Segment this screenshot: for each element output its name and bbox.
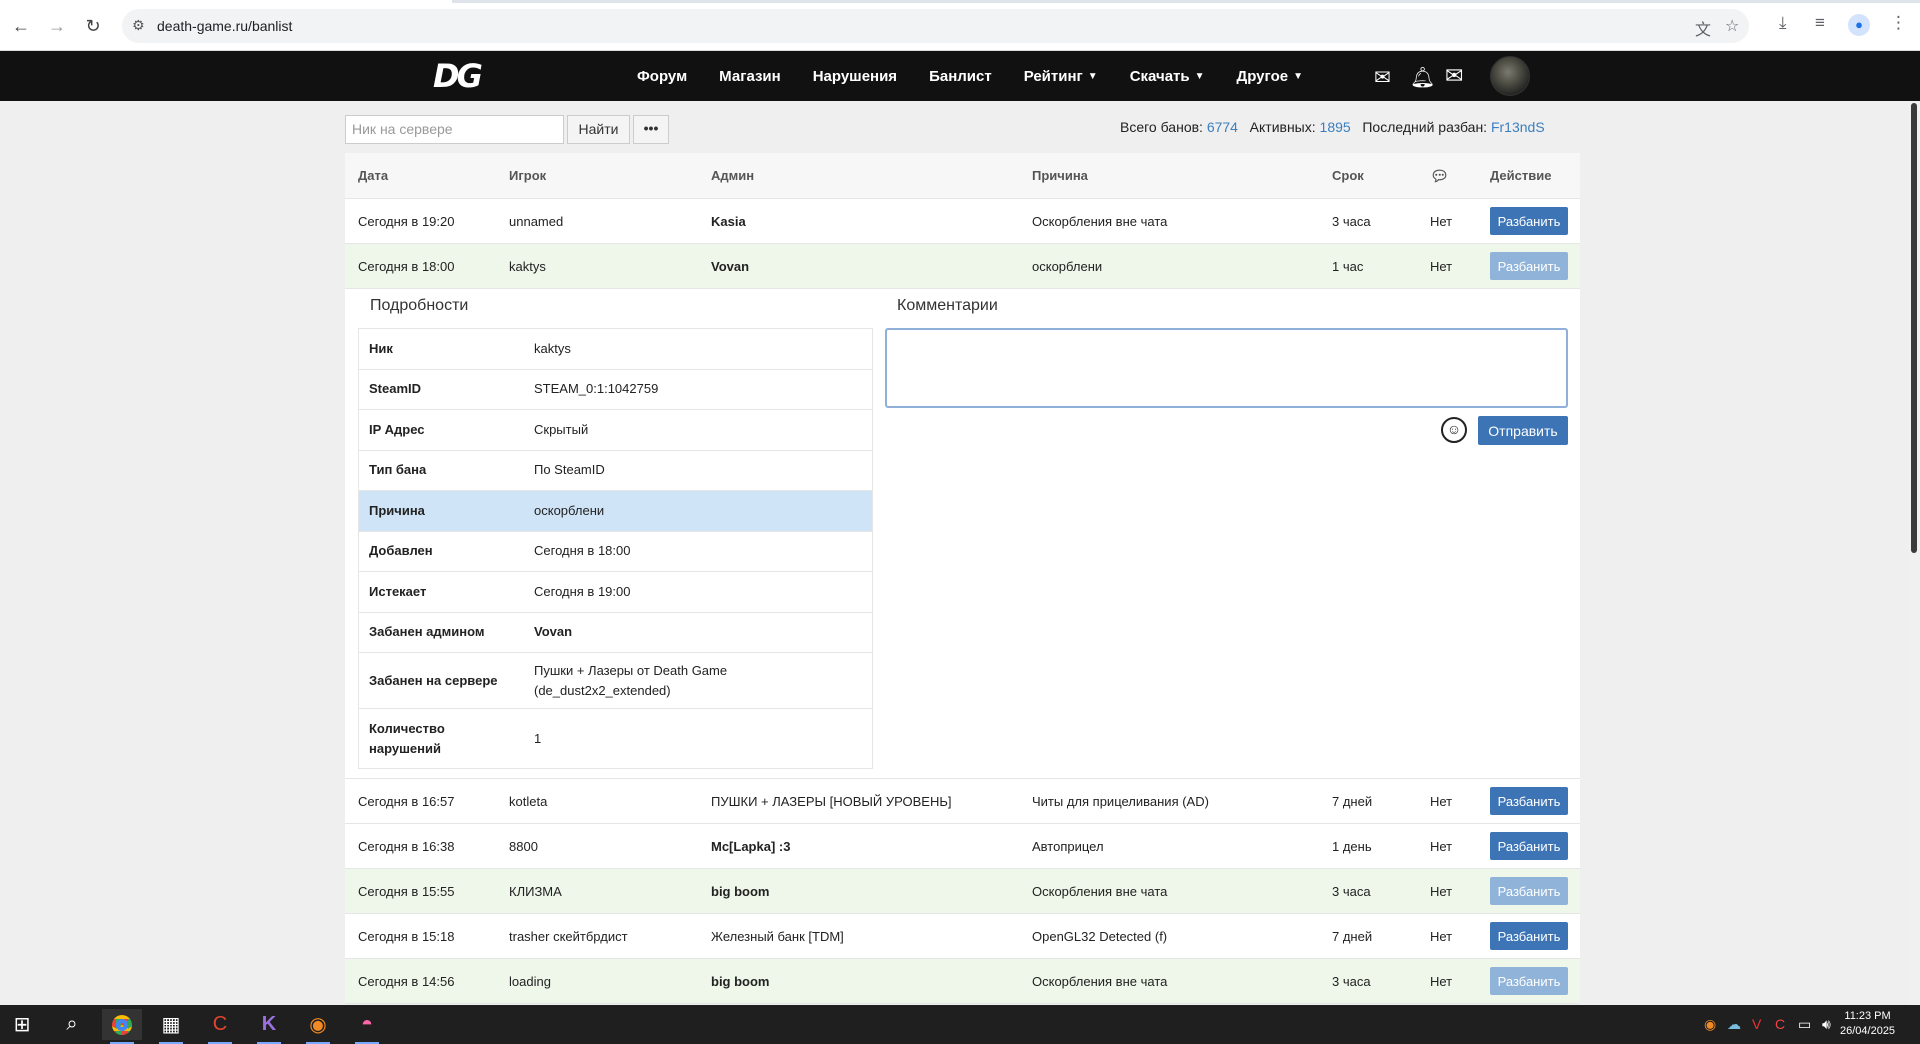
find-button[interactable]: Найти xyxy=(567,115,630,144)
site-header: DG Форум Магазин Нарушения Банлист Рейти… xyxy=(0,51,1920,101)
forward-icon[interactable]: → xyxy=(44,13,70,39)
tray-c-icon[interactable]: C xyxy=(1775,1016,1785,1032)
detail-row-ban-type: Тип бана По SteamID xyxy=(359,451,872,491)
envelope-icon[interactable]: ✉ xyxy=(1445,63,1463,89)
details-table: Ник kaktys SteamID STEAM_0:1:1042759 IP Ад… xyxy=(358,328,873,769)
total-bans-value: 6774 xyxy=(1206,119,1238,135)
unban-button[interactable]: Разбанить xyxy=(1490,967,1568,995)
windows-taskbar: ⊞ ⌕ ▦ C K ◉ ◓ ◉ ☁ V C ▭ 🔊︎ 11:23 PM 26/0… xyxy=(0,1005,1920,1044)
table-row[interactable]: Сегодня в 15:55 КЛИЗМА big boom Оскорбле… xyxy=(345,869,1580,914)
back-icon[interactable]: ← xyxy=(8,13,34,39)
site-logo[interactable]: DG xyxy=(433,59,493,93)
downloads-icon[interactable]: ⤓ xyxy=(1779,13,1787,33)
search-input[interactable]: Ник на сервере xyxy=(345,115,564,144)
header-reason: Причина xyxy=(1032,168,1088,183)
page-scrollbar[interactable] xyxy=(1908,101,1920,1005)
header-date: Дата xyxy=(358,168,389,183)
tray-network-app-icon[interactable]: ☁ xyxy=(1727,1016,1741,1033)
table-row[interactable]: Сегодня в 16:38 8800 Mc[Lapka] :3 Автопр… xyxy=(345,824,1580,869)
tray-v-icon[interactable]: V xyxy=(1752,1016,1761,1032)
detail-row-ip: IP Адрес Скрытый xyxy=(359,410,872,451)
tray-volume-icon[interactable]: 🔊︎ xyxy=(1822,1016,1831,1033)
detail-row-violations: Количество нарушений 1 xyxy=(369,720,542,756)
more-options-button[interactable]: ••• xyxy=(633,115,669,144)
c-app-taskbar-icon[interactable]: C xyxy=(200,1009,240,1044)
comments-icon: 💬︎ xyxy=(1430,167,1450,185)
table-row[interactable]: Сегодня в 19:20 unnamed Kasia Оскорблени… xyxy=(345,199,1580,244)
table-row-expanded[interactable]: Сегодня в 18:00 kaktys Vovan оскорблени … xyxy=(345,244,1580,289)
ban-details-panel: Подробности Комментарии Ник kaktys SteamI… xyxy=(345,289,1580,779)
detail-row-added: Добавлен Сегодня в 18:00 xyxy=(359,532,872,572)
detail-row-nick: Ник kaktys xyxy=(359,329,872,370)
details-title: Подробности xyxy=(370,297,469,314)
chevron-down-icon: ▼ xyxy=(1087,70,1098,82)
table-row[interactable]: Сегодня в 16:57 kotleta ПУШКИ + ЛАЗЕРЫ [… xyxy=(345,779,1580,824)
menu-forum[interactable]: Форум xyxy=(637,68,687,85)
banlist-page: Ник на сервере Найти ••• Всего банов: 67… xyxy=(0,101,1908,1005)
reload-icon[interactable]: ↻ xyxy=(80,13,106,39)
url-text[interactable]: death-game.ru/banlist xyxy=(157,18,292,34)
chevron-down-icon: ▼ xyxy=(1293,70,1303,82)
table-row[interactable]: Сегодня в 14:56 loading big boom Оскорбл… xyxy=(345,959,1580,1004)
unban-button[interactable]: Разбанить xyxy=(1490,252,1568,280)
banlist-table: Дата Игрок Админ Причина Срок 💬︎ Действи… xyxy=(345,153,1580,1004)
menu-download[interactable]: Скачать ▼ xyxy=(1130,68,1205,85)
table-header: Дата Игрок Админ Причина Срок 💬︎ Действи… xyxy=(345,153,1580,199)
bell-icon[interactable]: 🔔︎ xyxy=(1410,65,1435,90)
comments-title: Комментарии xyxy=(897,297,998,314)
unban-button[interactable]: Разбанить xyxy=(1490,787,1568,815)
app-taskbar-icon[interactable]: ▦ xyxy=(151,1009,191,1044)
ball-app-icon[interactable]: ◓ xyxy=(347,1009,387,1044)
detail-row-expires: Истекает Сегодня в 19:00 xyxy=(359,572,872,613)
table-row[interactable]: Сегодня в 15:18 trasher скейтбрдист Желе… xyxy=(345,914,1580,959)
bookmark-star-icon[interactable]: ☆ xyxy=(1725,16,1739,36)
profile-avatar-icon[interactable]: ● xyxy=(1848,14,1870,36)
header-term: Срок xyxy=(1332,168,1364,183)
unban-button[interactable]: Разбанить xyxy=(1490,207,1568,235)
unban-button[interactable]: Разбанить xyxy=(1490,832,1568,860)
detail-row-reason: Причина оскорблени xyxy=(359,491,872,532)
detail-row-steamid: SteamID STEAM_0:1:1042759 xyxy=(359,370,872,410)
menu-banlist[interactable]: Банлист xyxy=(929,68,992,85)
address-bar[interactable]: ⚙ death-game.ru/banlist 文 ☆ xyxy=(122,9,1749,43)
ban-stats: Всего банов: 6774 Активных: 1895 Последн… xyxy=(1120,119,1545,135)
emoji-smile-icon[interactable]: ☺ xyxy=(1441,417,1467,443)
tray-network-icon[interactable]: ▭ xyxy=(1798,1016,1811,1033)
main-menu: Форум Магазин Нарушения Банлист Рейтинг ▼… xyxy=(637,51,1335,101)
search-icon[interactable]: ⌕ xyxy=(52,1009,92,1040)
scrollbar-thumb[interactable] xyxy=(1911,103,1917,553)
media-icon[interactable]: ≡ xyxy=(1815,13,1825,33)
kebab-menu-icon[interactable]: ⋮ xyxy=(1890,13,1907,33)
k-app-taskbar-icon[interactable]: K xyxy=(249,1009,289,1044)
windows-start-icon[interactable]: ⊞ xyxy=(2,1009,42,1040)
detail-row-admin: Забанен админом Vovan xyxy=(359,613,872,653)
tab-strip xyxy=(0,0,1920,3)
unban-button[interactable]: Разбанить xyxy=(1490,922,1568,950)
menu-shop[interactable]: Магазин xyxy=(719,68,781,85)
menu-violations[interactable]: Нарушения xyxy=(813,68,897,85)
system-clock[interactable]: 11:23 PM 26/04/2025 xyxy=(1840,1009,1895,1039)
unban-button[interactable]: Разбанить xyxy=(1490,877,1568,905)
detail-row-server: Забанен на сервере Пушки + Лазеры от Deat… xyxy=(359,653,872,709)
game-launcher-icon[interactable]: ◉ xyxy=(298,1009,338,1044)
header-admin: Админ xyxy=(711,168,755,183)
tray-app-icon[interactable]: ◉ xyxy=(1704,1016,1716,1033)
menu-rating[interactable]: Рейтинг ▼ xyxy=(1024,68,1098,85)
browser-chrome: ← → ↻ ⚙ death-game.ru/banlist 文 ☆ ⤓ ≡ ● … xyxy=(0,0,1920,51)
site-info-icon[interactable]: ⚙ xyxy=(132,17,150,35)
user-avatar[interactable] xyxy=(1490,56,1530,96)
chevron-down-icon: ▼ xyxy=(1194,70,1205,82)
send-comment-button[interactable]: Отправить xyxy=(1478,416,1568,445)
header-player: Игрок xyxy=(509,168,547,183)
translate-icon[interactable]: 文 xyxy=(1695,16,1711,40)
last-unban-link[interactable]: Fr13ndS xyxy=(1491,119,1545,135)
menu-other[interactable]: Другое ▼ xyxy=(1237,68,1303,85)
chrome-taskbar-icon[interactable] xyxy=(102,1009,142,1044)
header-action: Действие xyxy=(1490,168,1552,183)
active-bans-value: 1895 xyxy=(1319,119,1351,135)
mail-open-icon[interactable]: ✉ xyxy=(1374,65,1391,90)
comment-textarea[interactable] xyxy=(885,328,1568,408)
